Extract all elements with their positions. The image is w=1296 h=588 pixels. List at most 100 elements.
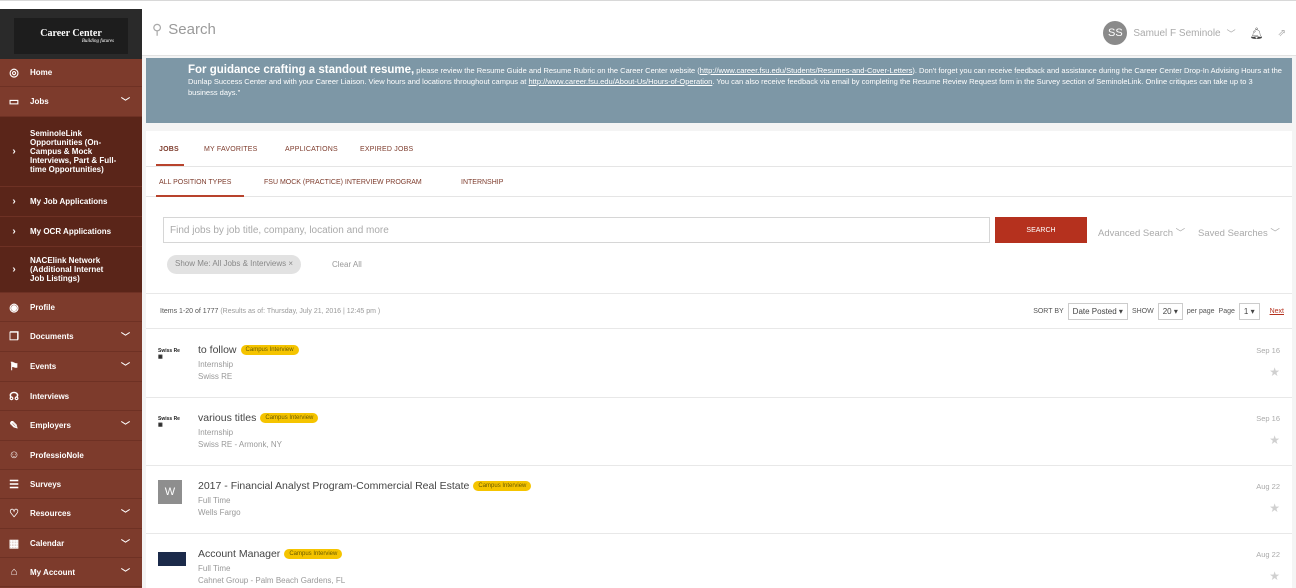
job-listing[interactable]: W 2017 - Financial Analyst Program-Comme… bbox=[146, 466, 1292, 534]
job-type: Internship bbox=[198, 360, 234, 369]
swiss-re-logo: Swiss Re ▦ bbox=[158, 348, 180, 360]
filter-chip[interactable]: Show Me: All Jobs & Interviews × bbox=[167, 255, 302, 274]
chevron-down-icon: ﹀ bbox=[120, 509, 130, 519]
job-search-input[interactable]: Find jobs by job title, company, locatio… bbox=[163, 217, 990, 243]
jobs-panel: JOBS MY FAVORITES APPLICATIONS EXPIRED J… bbox=[146, 131, 1292, 588]
page-select[interactable]: 1 ▾ bbox=[1238, 303, 1260, 320]
tab-my-favorites[interactable]: MY FAVORITES bbox=[204, 146, 258, 153]
app-frame: Career Center Building futures ◎ Home ▭ … bbox=[0, 0, 1296, 588]
bell-icon[interactable]: 🔔︎ bbox=[1250, 27, 1264, 40]
star-icon[interactable]: ★ bbox=[1269, 365, 1280, 379]
sidebar-item-label: My OCR Applications bbox=[30, 227, 112, 236]
surveys-icon: ☰ bbox=[9, 478, 19, 491]
professionole-icon: ☺ bbox=[8, 449, 20, 461]
job-listing[interactable]: Swiss Re ▦ to follow Campus Interview Inte… bbox=[146, 330, 1292, 398]
sidebar-item-interviews[interactable]: ☊ Interviews bbox=[0, 382, 142, 411]
active-subtab-indicator bbox=[156, 195, 244, 197]
main-content: For guidance crafting a standout resume,… bbox=[142, 56, 1296, 588]
saved-searches-link[interactable]: Saved Searches ﹀ bbox=[1198, 225, 1280, 239]
sort-label: SORT BY bbox=[1033, 308, 1064, 315]
user-name[interactable]: Samuel F Seminole bbox=[1133, 28, 1220, 39]
sidebar-item-home[interactable]: ◎ Home bbox=[0, 59, 142, 87]
logo-title: Career Center bbox=[40, 28, 102, 39]
job-employer: Swiss RE - Armonk, NY bbox=[198, 440, 283, 449]
chevron-down-icon: ﹀ bbox=[120, 362, 130, 372]
job-listing[interactable]: Swiss Re ▦ various titles Campus Interview… bbox=[146, 398, 1292, 466]
sidebar-item-profile[interactable]: ◉ Profile bbox=[0, 293, 142, 322]
job-date: Sep 16 bbox=[1256, 346, 1280, 355]
job-employer: Cahnet Group - Palm Beach Gardens, FL bbox=[198, 576, 346, 585]
sidebar-item-seminolelink-opportunities[interactable]: › SeminoleLink Opportunities (On-Campus … bbox=[0, 117, 142, 187]
sidebar-item-surveys[interactable]: ☰ Surveys bbox=[0, 470, 142, 499]
chevron-down-icon[interactable]: ﹀ bbox=[1227, 27, 1236, 40]
job-title[interactable]: to follow Campus Interview bbox=[198, 344, 299, 356]
sidebar-item-label: Resources bbox=[30, 509, 71, 518]
job-title[interactable]: Account Manager Campus Interview bbox=[198, 548, 343, 560]
company-logo bbox=[158, 552, 186, 566]
global-search[interactable]: ⚲ Search bbox=[152, 21, 216, 38]
job-title[interactable]: various titles Campus Interview bbox=[198, 412, 319, 424]
chevron-down-icon: ﹀ bbox=[120, 97, 130, 107]
chevron-down-icon: ﹀ bbox=[1270, 228, 1280, 239]
sidebar-item-jobs[interactable]: ▭ Jobs ﹀ bbox=[0, 87, 142, 117]
hours-link[interactable]: http://www.career.fsu.edu/About-Us/Hours… bbox=[528, 77, 712, 86]
avatar[interactable]: SS bbox=[1103, 21, 1128, 45]
search-button[interactable]: SEARCH bbox=[995, 217, 1087, 243]
close-icon[interactable]: × bbox=[288, 259, 293, 268]
clear-all-link[interactable]: Clear All bbox=[332, 260, 362, 269]
chevron-down-icon: ﹀ bbox=[120, 421, 130, 431]
tab-applications[interactable]: APPLICATIONS bbox=[285, 146, 338, 153]
job-title-text: various titles bbox=[198, 412, 257, 424]
star-icon[interactable]: ★ bbox=[1269, 501, 1280, 515]
sidebar-item-professionole[interactable]: ☺ ProfessioNole bbox=[0, 441, 142, 470]
search-icon: ⚲ bbox=[152, 21, 163, 37]
campus-interview-badge: Campus Interview bbox=[240, 345, 299, 355]
career-center-logo[interactable]: Career Center Building futures bbox=[14, 18, 128, 54]
resume-banner: For guidance crafting a standout resume,… bbox=[146, 58, 1292, 123]
tab-expired-jobs[interactable]: EXPIRED JOBS bbox=[360, 146, 413, 153]
sidebar: Career Center Building futures ◎ Home ▭ … bbox=[0, 9, 142, 588]
tab-all-position-types[interactable]: ALL POSITION TYPES bbox=[159, 179, 231, 186]
external-link-icon[interactable]: ⇗ bbox=[1278, 28, 1286, 39]
job-date: Sep 16 bbox=[1256, 414, 1280, 423]
star-icon[interactable]: ★ bbox=[1269, 433, 1280, 447]
logo-tagline: Building futures bbox=[81, 39, 114, 44]
page-value: 1 bbox=[1243, 307, 1249, 316]
sidebar-item-employers[interactable]: ✎ Employers ﹀ bbox=[0, 411, 142, 441]
sidebar-item-nacelink-network[interactable]: › NACElink Network (Additional Internet … bbox=[0, 247, 142, 293]
sidebar-item-label: NACElink Network (Additional Internet Jo… bbox=[30, 256, 104, 283]
documents-icon: ❐ bbox=[9, 331, 19, 343]
show-select[interactable]: 20 ▾ bbox=[1157, 303, 1183, 320]
next-page-link[interactable]: Next bbox=[1270, 308, 1284, 315]
active-tab-indicator bbox=[156, 164, 184, 166]
sidebar-item-label: My Job Applications bbox=[30, 197, 108, 206]
sidebar-item-my-ocr-applications[interactable]: › My OCR Applications bbox=[0, 217, 142, 247]
show-value: 20 bbox=[1162, 307, 1172, 316]
campus-interview-badge: Campus Interview bbox=[260, 413, 319, 423]
tab-jobs[interactable]: JOBS bbox=[159, 146, 179, 153]
job-title[interactable]: 2017 - Financial Analyst Program-Commerc… bbox=[198, 480, 532, 492]
results-timestamp: (Results as of: Thursday, July 21, 2016 … bbox=[220, 308, 381, 315]
banner-headline: For guidance crafting a standout resume, bbox=[188, 64, 415, 76]
campus-interview-badge: Campus Interview bbox=[473, 481, 532, 491]
sidebar-item-calendar[interactable]: ▦ Calendar ﹀ bbox=[0, 529, 142, 558]
sidebar-item-label: Profile bbox=[30, 302, 55, 312]
job-listing[interactable]: Account Manager Campus Interview Full Tim… bbox=[146, 534, 1292, 588]
sidebar-item-my-job-applications[interactable]: › My Job Applications bbox=[0, 187, 142, 217]
tab-fsu-mock-interview[interactable]: FSU MOCK (PRACTICE) INTERVIEW PROGRAM bbox=[264, 179, 422, 186]
advanced-search-link[interactable]: Advanced Search ﹀ bbox=[1098, 225, 1185, 239]
interviews-icon: ☊ bbox=[9, 390, 19, 403]
sidebar-item-resources[interactable]: ♡ Resources ﹀ bbox=[0, 499, 142, 529]
tab-internship[interactable]: INTERNSHIP bbox=[461, 179, 503, 186]
resume-guide-link[interactable]: http://www.career.fsu.edu/Students/Resum… bbox=[700, 66, 913, 75]
results-count: Items 1-20 of 1777 (Results as of: Thurs… bbox=[160, 308, 380, 315]
sidebar-item-documents[interactable]: ❐ Documents ﹀ bbox=[0, 322, 142, 352]
chevron-right-icon: › bbox=[12, 264, 16, 275]
sort-select[interactable]: Date Posted ▾ bbox=[1067, 303, 1128, 320]
sidebar-item-my-account[interactable]: ⌂ My Account ﹀ bbox=[0, 558, 142, 587]
job-title-text: Account Manager bbox=[198, 548, 281, 560]
star-icon[interactable]: ★ bbox=[1269, 569, 1280, 583]
account-icon: ⌂ bbox=[10, 566, 18, 578]
sidebar-item-events[interactable]: ⚑ Events ﹀ bbox=[0, 352, 142, 382]
global-search-input[interactable]: Search bbox=[168, 21, 216, 38]
